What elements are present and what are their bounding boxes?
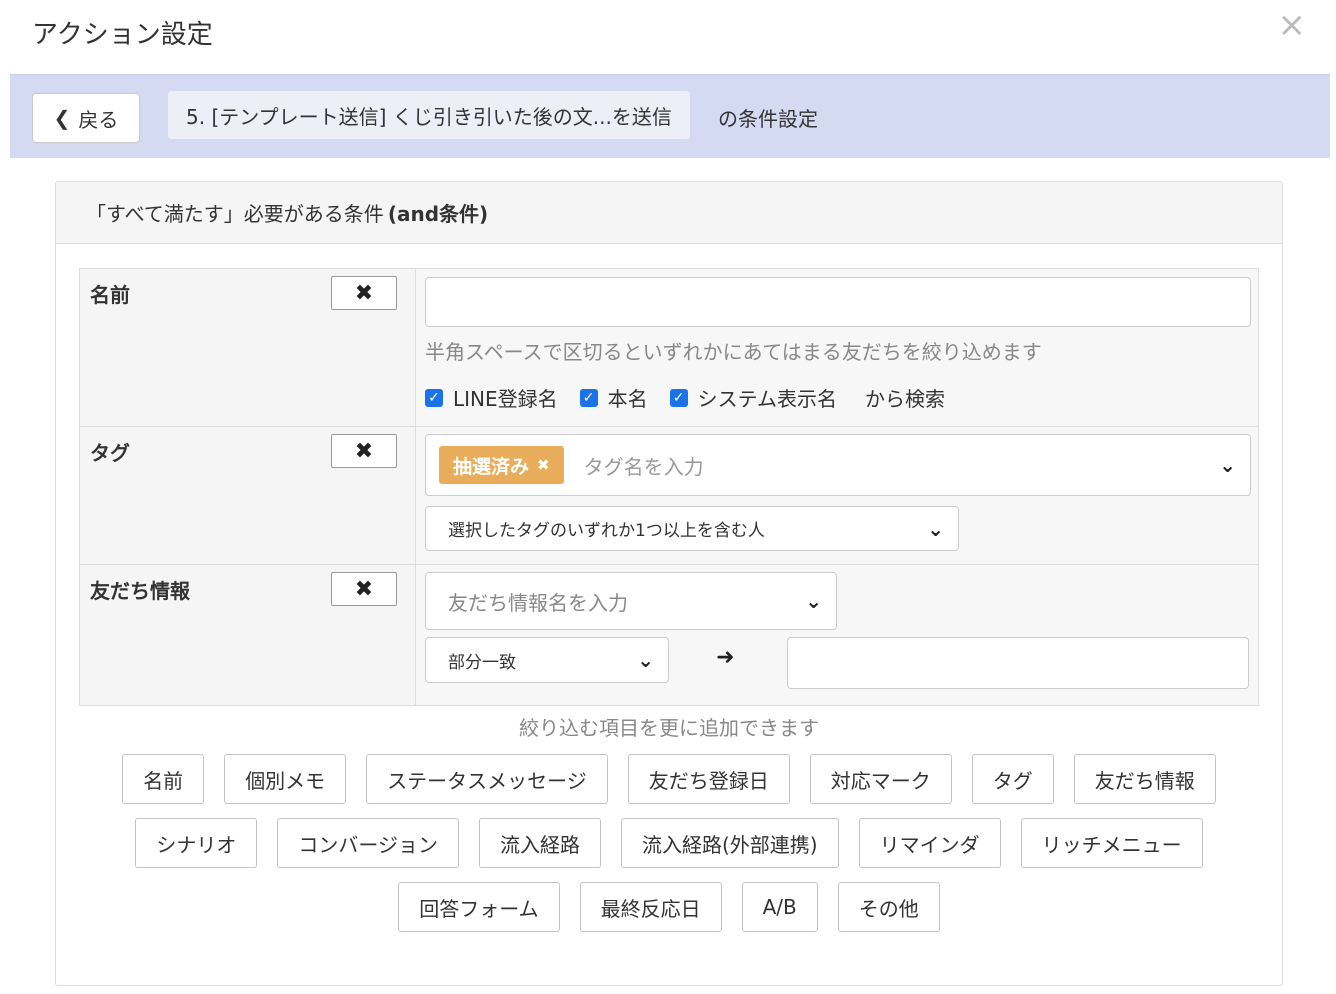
back-label: 戻る <box>78 107 119 132</box>
add-name-button[interactable]: 名前 <box>122 754 205 804</box>
arrow-right-icon: ➜ <box>716 645 735 670</box>
condition-value-cell: 友だち情報名を入力 ⌄ 部分一致 ⌄ ➜ <box>416 565 1258 705</box>
add-button-row: シナリオ コンバージョン 流入経路 流入経路(外部連携) リマインダ リッチメニ… <box>56 818 1282 868</box>
add-response-mark-button[interactable]: 対応マーク <box>809 754 952 804</box>
match-type-value: 部分一致 <box>448 652 516 673</box>
condition-value-cell: 抽選済み ✖ タグ名を入力 ⌄ 選択したタグのいずれか1つ以上を含む人 ⌄ <box>416 427 1258 564</box>
chevron-down-icon: ⌄ <box>637 648 654 672</box>
add-condition-buttons: 名前 個別メモ ステータスメッセージ 友だち登録日 対応マーク タグ 友だち情報… <box>56 754 1282 946</box>
add-friend-info-button[interactable]: 友だち情報 <box>1073 754 1216 804</box>
header-bar: ❮ 戻る 5. [テンプレート送信] くじ引き引いた後の文...を送信 の条件設… <box>10 74 1330 158</box>
remove-friend-info-button[interactable]: ✖ <box>331 572 397 606</box>
add-status-message-button[interactable]: ステータスメッセージ <box>366 754 608 804</box>
add-tag-button[interactable]: タグ <box>971 754 1054 804</box>
add-scenario-button[interactable]: シナリオ <box>135 818 258 868</box>
panel-heading: 「すべて満たす」必要がある条件 (and条件) <box>56 182 1282 244</box>
modal-title: アクション設定 <box>32 20 213 50</box>
tag-chip: 抽選済み ✖ <box>439 446 564 484</box>
condition-label-cell: 名前 ✖ <box>80 269 416 426</box>
add-memo-button[interactable]: 個別メモ <box>224 754 347 804</box>
add-inflow-route-button[interactable]: 流入経路 <box>479 818 601 868</box>
conditions-table: 名前 ✖ 半角スペースで区切るといずれかにあてはまる友だちを絞り込めます ✓ L… <box>79 268 1259 706</box>
panel-heading-bold: (and条件) <box>387 202 489 226</box>
and-conditions-panel: 「すべて満たす」必要がある条件 (and条件) 名前 ✖ 半角スペースで区切ると… <box>55 181 1283 986</box>
add-button-row: 回答フォーム 最終反応日 A/B その他 <box>56 882 1282 932</box>
tag-placeholder: タグ名を入力 <box>583 454 704 479</box>
condition-label-cell: 友だち情報 ✖ <box>80 565 416 705</box>
add-condition-hint: 絞り込む項目を更に追加できます <box>519 716 819 740</box>
condition-label-friend-info: 友だち情報 <box>90 579 190 603</box>
chevron-left-icon: ❮ <box>53 106 71 130</box>
condition-row-name: 名前 ✖ 半角スペースで区切るといずれかにあてはまる友だちを絞り込めます ✓ L… <box>80 269 1258 427</box>
checkbox-label: システム表示名 <box>697 387 838 411</box>
add-last-response-button[interactable]: 最終反応日 <box>579 882 722 932</box>
close-icon: ✖ <box>354 438 374 464</box>
add-button-row: 名前 個別メモ ステータスメッセージ 友だち登録日 対応マーク タグ 友だち情報 <box>56 754 1282 804</box>
tag-chip-label: 抽選済み <box>453 455 530 478</box>
friend-info-select[interactable]: 友だち情報名を入力 ⌄ <box>425 572 837 630</box>
checkbox-system-name[interactable]: ✓ <box>669 388 688 407</box>
condition-label-tag: タグ <box>90 441 130 465</box>
condition-label-name: 名前 <box>90 283 130 307</box>
add-answer-form-button[interactable]: 回答フォーム <box>398 882 560 932</box>
search-suffix: から検索 <box>865 387 946 411</box>
tag-chip-remove-icon[interactable]: ✖ <box>537 456 550 474</box>
close-icon: ✖ <box>354 576 374 602</box>
name-search-input[interactable] <box>425 277 1251 327</box>
name-search-options: ✓ LINE登録名 ✓ 本名 ✓ システム表示名 から検索 <box>425 383 945 412</box>
add-conversion-button[interactable]: コンバージョン <box>277 818 459 868</box>
remove-name-button[interactable]: ✖ <box>331 276 397 310</box>
chevron-down-icon: ⌄ <box>927 516 944 541</box>
remove-tag-button[interactable]: ✖ <box>331 434 397 468</box>
tag-condition-value: 選択したタグのいずれか1つ以上を含む人 <box>448 521 765 541</box>
add-rich-menu-button[interactable]: リッチメニュー <box>1020 818 1203 868</box>
condition-row-tag: タグ ✖ 抽選済み ✖ タグ名を入力 ⌄ 選択したタグのいずれか1つ以上を含む人… <box>80 427 1258 565</box>
add-other-button[interactable]: その他 <box>837 882 940 932</box>
close-icon: ✖ <box>354 280 374 306</box>
condition-label-cell: タグ ✖ <box>80 427 416 564</box>
friend-info-value-input[interactable] <box>787 637 1249 689</box>
tag-condition-select[interactable]: 選択したタグのいずれか1つ以上を含む人 ⌄ <box>425 506 959 551</box>
chevron-down-icon: ⌄ <box>1219 453 1236 477</box>
back-button[interactable]: ❮ 戻る <box>32 93 140 143</box>
breadcrumb-suffix: の条件設定 <box>718 107 818 131</box>
close-icon[interactable]: × <box>1278 8 1307 42</box>
add-registration-date-button[interactable]: 友だち登録日 <box>627 754 790 804</box>
condition-row-friend-info: 友だち情報 ✖ 友だち情報名を入力 ⌄ 部分一致 ⌄ ➜ <box>80 565 1258 705</box>
chevron-down-icon: ⌄ <box>805 589 822 613</box>
breadcrumb: 5. [テンプレート送信] くじ引き引いた後の文...を送信 <box>168 91 690 139</box>
tag-select-input[interactable]: 抽選済み ✖ タグ名を入力 ⌄ <box>425 434 1251 496</box>
friend-info-placeholder: 友だち情報名を入力 <box>448 590 628 615</box>
add-ab-button[interactable]: A/B <box>741 882 818 932</box>
add-inflow-external-button[interactable]: 流入経路(外部連携) <box>621 818 839 868</box>
condition-value-cell: 半角スペースで区切るといずれかにあてはまる友だちを絞り込めます ✓ LINE登録… <box>416 269 1258 426</box>
name-hint: 半角スペースで区切るといずれかにあてはまる友だちを絞り込めます <box>425 340 1042 364</box>
checkbox-label: 本名 <box>607 387 648 411</box>
checkbox-real-name[interactable]: ✓ <box>579 388 598 407</box>
checkbox-label: LINE登録名 <box>453 387 558 411</box>
match-type-select[interactable]: 部分一致 ⌄ <box>425 637 669 683</box>
panel-heading-text: 「すべて満たす」必要がある条件 <box>86 202 384 226</box>
checkbox-line-name[interactable]: ✓ <box>425 388 443 407</box>
add-reminder-button[interactable]: リマインダ <box>858 818 1001 868</box>
